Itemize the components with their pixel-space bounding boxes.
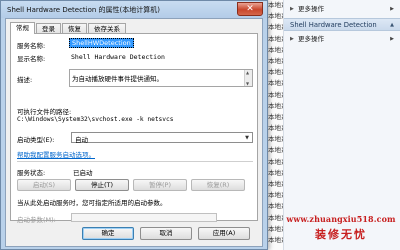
- pause-button[interactable]: 暂停(P): [133, 179, 187, 191]
- service-row-logon-as[interactable]: 本地系统: [268, 224, 283, 235]
- startup-help-link[interactable]: 帮助我配置服务启动选项。: [17, 149, 95, 159]
- description-text: 为自动播放硬件事件提供通知。: [72, 75, 163, 83]
- start-params-label: 启动参数(M):: [17, 216, 56, 224]
- service-row-logon-as[interactable]: 本地系统: [268, 235, 283, 246]
- service-row-logon-as[interactable]: 本地系统: [268, 112, 283, 123]
- exe-path-label: 可执行文件的路径:: [17, 108, 72, 116]
- start-button[interactable]: 启动(S): [17, 179, 71, 191]
- general-tab-panel: 服务名称: ShellHWDetection 显示名称: Shell Hardw…: [10, 33, 258, 224]
- resume-button[interactable]: 恢复(R): [191, 179, 245, 191]
- service-row-logon-as[interactable]: 本地系统: [268, 0, 283, 11]
- service-row-logon-as[interactable]: 本地系统: [268, 213, 283, 224]
- start-params-input[interactable]: [71, 213, 217, 222]
- service-row-logon-as[interactable]: 本地系统: [268, 134, 283, 145]
- stop-button[interactable]: 停止(T): [75, 179, 129, 191]
- actions-section-title: Shell Hardware Detection: [290, 21, 377, 29]
- more-actions-label: 更多操作: [298, 35, 324, 43]
- submenu-arrow-icon: ▶: [390, 6, 394, 12]
- service-row-logon-as[interactable]: 本地系统: [268, 123, 283, 134]
- service-row-logon-as[interactable]: 本地系统: [268, 78, 283, 89]
- scroll-down-icon[interactable]: ▼: [246, 81, 249, 86]
- close-icon: ✕: [246, 4, 254, 14]
- site-watermark: www.zhuangxiu518.com 装修无忧: [282, 214, 400, 242]
- close-button[interactable]: ✕: [237, 2, 263, 16]
- more-actions-item[interactable]: ▶ 更多操作 ▶: [284, 4, 400, 14]
- service-row-logon-as[interactable]: 本地系统: [268, 34, 283, 45]
- submenu-arrow-icon: ▶: [390, 36, 394, 42]
- chevron-down-icon[interactable]: ▼: [245, 135, 249, 141]
- service-status-value: 已启动: [73, 169, 93, 177]
- service-row-logon-as[interactable]: 本地系统: [268, 157, 283, 168]
- service-name-label: 服务名称:: [17, 42, 46, 50]
- startup-type-select[interactable]: 自动 ▼: [71, 132, 253, 144]
- divider: [17, 161, 253, 162]
- service-status-label: 服务状态:: [17, 169, 46, 177]
- section-more-actions-item[interactable]: ▶ 更多操作 ▶: [284, 34, 400, 44]
- actions-pane: ▶ 更多操作 ▶ Shell Hardware Detection ▲ ▶ 更多…: [284, 0, 400, 250]
- service-row-logon-as[interactable]: 本地系统: [268, 45, 283, 56]
- scroll-up-icon[interactable]: ▲: [246, 70, 249, 75]
- service-row-logon-as[interactable]: 本地系统: [268, 190, 283, 201]
- display-name-label: 显示名称:: [17, 55, 46, 63]
- exe-path-value[interactable]: C:\Windows\System32\svchost.exe -k netsv…: [17, 116, 173, 123]
- dialog-title: Shell Hardware Detection 的属性(本地计算机): [7, 6, 161, 14]
- startup-type-value: 自动: [75, 136, 88, 144]
- service-row-logon-as[interactable]: 本地系统: [268, 201, 283, 212]
- startup-type-label: 启动类型(E):: [17, 136, 55, 144]
- service-row-logon-as[interactable]: 本地系统: [268, 11, 283, 22]
- service-properties-dialog: Shell Hardware Detection 的属性(本地计算机) ✕ 常规…: [0, 0, 268, 250]
- more-actions-icon: ▶: [290, 36, 294, 42]
- start-params-hint: 当从此处启动服务时，您可指定所适用的启动参数。: [17, 199, 167, 207]
- service-row-logon-as[interactable]: 本地系统: [268, 67, 283, 78]
- description-scrollbar[interactable]: ▲ ▼: [244, 70, 252, 86]
- dialog-titlebar[interactable]: Shell Hardware Detection 的属性(本地计算机) ✕: [1, 1, 267, 18]
- service-row-logon-as[interactable]: 本地系统: [268, 101, 283, 112]
- description-label: 描述:: [17, 76, 33, 84]
- actions-section-header[interactable]: Shell Hardware Detection ▲: [284, 18, 400, 31]
- service-row-logon-as[interactable]: 本地系统: [268, 168, 283, 179]
- tab-general[interactable]: 常规: [10, 22, 35, 34]
- watermark-url: www.zhuangxiu518.com: [286, 214, 396, 224]
- more-actions-icon: ▶: [290, 6, 294, 12]
- services-list-logon-column: 本地系统本地系统本地系统本地系统本地系统本地系统本地系统本地系统本地系统本地系统…: [268, 0, 284, 250]
- service-name-text[interactable]: ShellHWDetection: [69, 38, 134, 48]
- service-row-logon-as[interactable]: 本地系统: [268, 90, 283, 101]
- apply-button[interactable]: 应用(A): [198, 227, 250, 240]
- service-row-logon-as[interactable]: 本地系统: [268, 145, 283, 156]
- service-row-logon-as[interactable]: 本地系统: [268, 56, 283, 67]
- watermark-brand: 装修无忧: [315, 228, 367, 241]
- service-row-logon-as[interactable]: 本地系统: [268, 179, 283, 190]
- collapse-icon[interactable]: ▲: [390, 19, 394, 32]
- cancel-button[interactable]: 取消: [140, 227, 192, 240]
- display-name-value[interactable]: Shell Hardware Detection: [71, 53, 165, 61]
- ok-button[interactable]: 确定: [82, 227, 134, 240]
- more-actions-label: 更多操作: [298, 5, 324, 13]
- dialog-client-area: 常规 登录 恢复 依存关系 服务名称: ShellHWDetection 显示名…: [5, 18, 263, 247]
- description-field[interactable]: 为自动播放硬件事件提供通知。 ▲ ▼: [69, 69, 253, 87]
- service-name-value[interactable]: ShellHWDetection: [69, 38, 134, 48]
- service-row-logon-as[interactable]: 本地系统: [268, 22, 283, 33]
